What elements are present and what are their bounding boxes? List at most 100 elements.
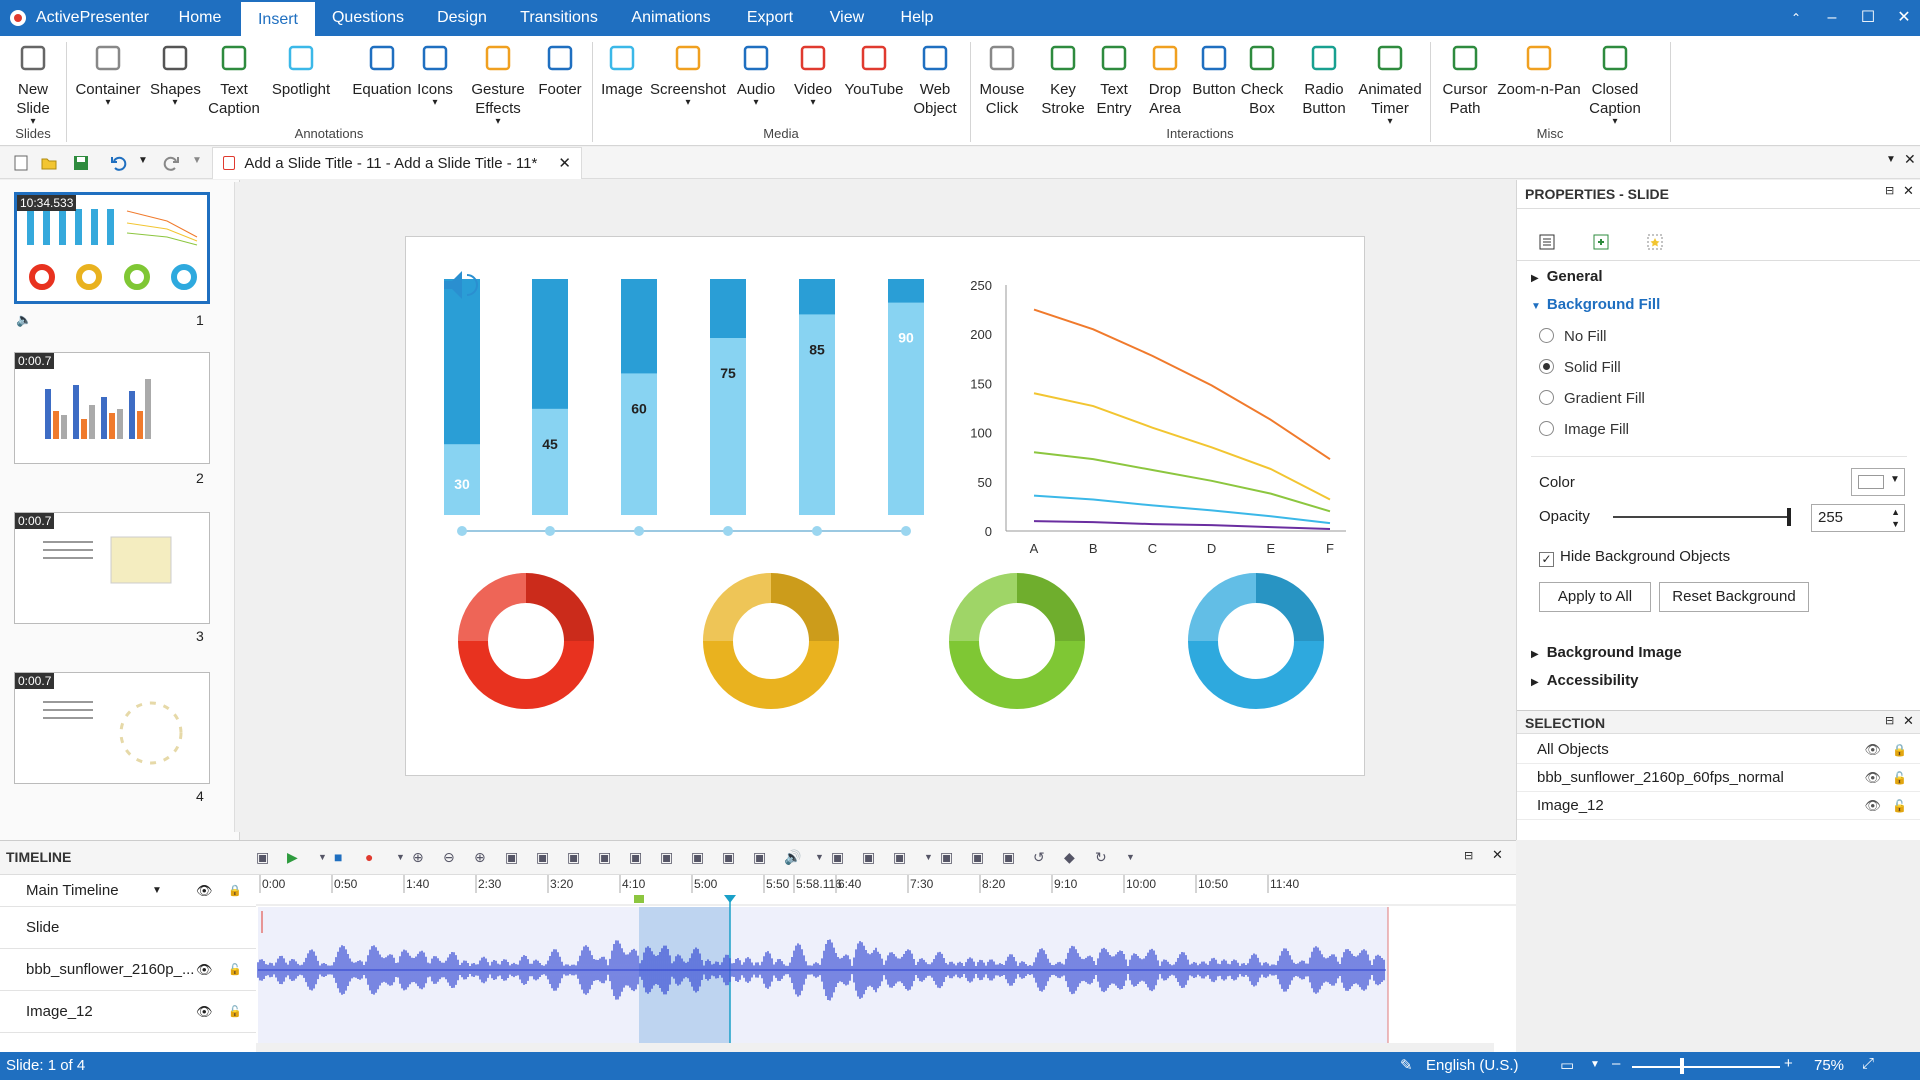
slides-scrollbar[interactable] — [234, 182, 252, 832]
selection-row-all-objects[interactable]: All Objects 👁 🔒 — [1517, 736, 1920, 764]
screenshot-button[interactable]: Screenshot ▾ — [650, 42, 726, 108]
open-folder-icon[interactable] — [40, 154, 58, 172]
equation-button[interactable]: Equation — [350, 42, 414, 99]
new-file-icon[interactable] — [12, 154, 30, 172]
radio-image-fill[interactable]: Image Fill — [1539, 421, 1629, 438]
slide-thumbnail-2[interactable]: 0:00.7 — [14, 352, 210, 464]
new-slide-button[interactable]: New Slide ▾ — [8, 42, 58, 127]
undo-icon[interactable] — [110, 154, 128, 172]
radio-button-button[interactable]: Radio Button — [1294, 42, 1354, 118]
animated-timer-button[interactable]: Animated Timer ▾ — [1352, 42, 1428, 127]
volume-icon[interactable]: 🔊 — [784, 849, 801, 866]
view-mode-icon[interactable]: ▭ — [1560, 1056, 1574, 1074]
save-icon[interactable] — [72, 154, 90, 172]
opacity-slider-track[interactable] — [1613, 516, 1789, 518]
timeline-row-image[interactable]: Image_12 👁 🔓 — [0, 991, 256, 1033]
closed-caption-button[interactable]: Closed Caption ▾ — [1580, 42, 1650, 127]
zoom-in-icon[interactable]: + — [1784, 1055, 1793, 1072]
unlock-icon[interactable]: 🔓 — [228, 949, 242, 991]
eye-icon[interactable]: 👁 — [196, 991, 213, 1033]
lock-icon[interactable]: 🔒 — [228, 875, 242, 907]
check-box-button[interactable]: Check Box — [1238, 42, 1286, 118]
loop-icon[interactable]: ↻ — [1095, 849, 1107, 866]
record-icon[interactable]: ● — [365, 849, 373, 865]
timeline-row-video[interactable]: bbb_sunflower_2160p_... 👁 🔓 — [0, 949, 256, 991]
section-background-image[interactable]: ▶ Background Image — [1531, 644, 1682, 661]
opacity-input[interactable]: 255 ▲ ▼ — [1811, 504, 1905, 532]
pin-icon[interactable]: ⊟ — [1885, 714, 1894, 727]
minimize-button[interactable]: – — [1812, 0, 1852, 36]
slide-thumbnail-1[interactable]: 10:34.533 — [14, 192, 210, 304]
selection-row-image[interactable]: Image_12 👁 🔓 — [1517, 792, 1920, 820]
record-dropdown-icon[interactable]: ▼ — [396, 852, 405, 862]
spinner-icon[interactable]: ▲ ▼ — [1891, 506, 1900, 530]
close-panel-icon[interactable]: ✕ — [1492, 847, 1503, 863]
tab-view[interactable]: View — [816, 0, 878, 36]
slide-canvas[interactable]: 30 45 60 75 85 90 250 200 150 100 50 0 A B C D E F — [405, 236, 1365, 776]
document-tab-close-icon[interactable]: ✕ — [558, 154, 571, 173]
split-icon[interactable]: ▣ — [660, 849, 673, 866]
eye-icon[interactable]: 👁 — [196, 875, 213, 907]
button-button[interactable]: Button — [1186, 42, 1242, 99]
fit-to-window-icon[interactable]: ⤢ — [1862, 1055, 1874, 1072]
text-entry-button[interactable]: Text Entry — [1090, 42, 1138, 118]
apply-to-all-button[interactable]: Apply to All — [1539, 582, 1651, 612]
undo-icon[interactable]: ↺ — [1033, 849, 1045, 866]
properties-size-icon[interactable] — [1591, 232, 1611, 252]
crop-end-icon[interactable]: ▣ — [862, 849, 875, 866]
radio-no-fill[interactable]: No Fill — [1539, 328, 1607, 345]
opacity-slider-thumb[interactable] — [1787, 508, 1791, 526]
unlock-icon[interactable]: 🔓 — [1892, 792, 1907, 820]
undo-dropdown-icon[interactable]: ▼ — [138, 155, 148, 166]
cursor-path-button[interactable]: Cursor Path — [1438, 42, 1492, 118]
stop-icon[interactable]: ■ — [334, 849, 342, 865]
align-right-icon[interactable]: ▣ — [567, 849, 580, 866]
tab-help[interactable]: Help — [888, 0, 946, 36]
zoom-out-icon[interactable]: – — [1612, 1055, 1620, 1072]
shapes-button[interactable]: Shapes ▾ — [150, 42, 201, 108]
view-dropdown-icon[interactable]: ▼ — [1590, 1059, 1600, 1070]
distribute-icon[interactable]: ▣ — [629, 849, 642, 866]
chart-icon[interactable]: ▣ — [893, 849, 906, 866]
pin-icon[interactable]: ⊟ — [1464, 849, 1473, 862]
chart-dropdown-icon[interactable]: ▼ — [924, 852, 933, 862]
tab-transitions[interactable]: Transitions — [512, 0, 606, 36]
properties-icon[interactable]: ▣ — [1002, 849, 1015, 866]
section-general[interactable]: ▶ General — [1531, 268, 1603, 285]
footer-button[interactable]: Footer — [534, 42, 586, 99]
spell-check-icon[interactable]: ✎ — [1400, 1056, 1413, 1074]
zoom-fit-icon[interactable]: ⊕ — [474, 849, 486, 866]
lock-icon[interactable]: 🔒 — [1892, 736, 1907, 764]
section-background-fill[interactable]: ▼ Background Fill — [1531, 296, 1660, 313]
slide-thumbnail-3[interactable]: 0:00.7 — [14, 512, 210, 624]
key-stroke-button[interactable]: Key Stroke — [1038, 42, 1088, 118]
tab-questions[interactable]: Questions — [322, 0, 414, 36]
fade-icon[interactable]: ▣ — [753, 849, 766, 866]
tab-export[interactable]: Export — [736, 0, 804, 36]
eye-icon[interactable]: 👁 — [1864, 736, 1881, 764]
more-dropdown-icon[interactable]: ▼ — [1126, 852, 1135, 862]
maximize-button[interactable]: ☐ — [1848, 0, 1888, 36]
properties-list-icon[interactable] — [1537, 232, 1557, 252]
redo-dropdown-icon[interactable]: ▼ — [192, 155, 202, 166]
tab-home[interactable]: Home — [164, 0, 236, 36]
caption-icon[interactable]: ▣ — [971, 849, 984, 866]
marker-icon[interactable]: ▣ — [940, 849, 953, 866]
tab-insert[interactable]: Insert — [241, 0, 315, 36]
unlock-icon[interactable]: 🔓 — [228, 991, 242, 1033]
start-marker-icon[interactable] — [634, 895, 644, 903]
tab-design[interactable]: Design — [424, 0, 500, 36]
unlock-icon[interactable]: 🔓 — [1892, 764, 1907, 792]
language-label[interactable]: English (U.S.) — [1426, 1057, 1519, 1074]
main-timeline-select[interactable]: Main Timeline ▼ 👁 🔒 — [0, 875, 256, 907]
section-accessibility[interactable]: ▶ Accessibility — [1531, 672, 1638, 689]
hide-background-checkbox[interactable]: ✓ Hide Background Objects — [1539, 548, 1730, 567]
zoom-n-pan-button[interactable]: Zoom-n-Pan — [1494, 42, 1584, 99]
align-center-icon[interactable]: ▣ — [536, 849, 549, 866]
panel-options-icon[interactable]: ▼ — [1886, 154, 1896, 165]
zoom-in-icon[interactable]: ⊕ — [412, 849, 424, 866]
fit-icon[interactable]: ▣ — [598, 849, 611, 866]
properties-effects-icon[interactable] — [1645, 232, 1665, 252]
color-picker[interactable]: ▼ — [1851, 468, 1905, 496]
timeline-row-slide[interactable]: Slide — [0, 907, 256, 949]
